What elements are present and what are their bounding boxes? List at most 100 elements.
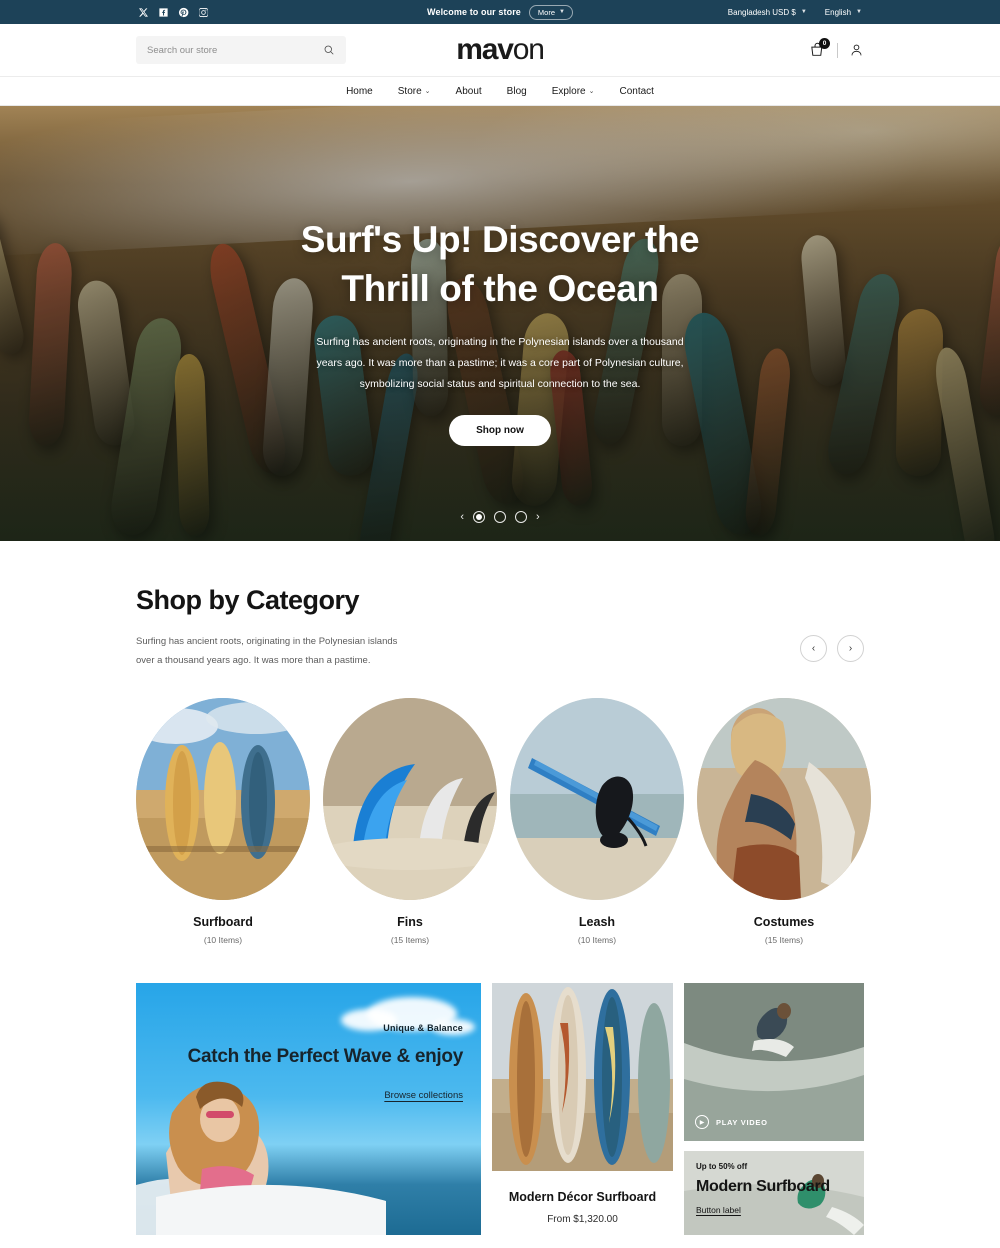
nav-label: About	[455, 85, 482, 97]
category-name: Leash	[578, 915, 616, 929]
cart-button[interactable]: 0	[809, 38, 830, 59]
hero-subtitle: Surfing has ancient roots, originating i…	[316, 335, 684, 390]
hero-next-arrow[interactable]: ›	[536, 511, 540, 523]
nav-item-contact[interactable]: Contact	[619, 86, 653, 97]
category-card-costumes[interactable]: Costumes (15 Items)	[697, 698, 871, 945]
logo-light: on	[512, 33, 545, 66]
hero-dot-2[interactable]	[494, 511, 506, 523]
nav-item-about[interactable]: About	[456, 86, 482, 97]
instagram-icon[interactable]	[198, 7, 209, 18]
nav-label: Home	[346, 85, 373, 97]
promo-wave-kicker: Unique & Balance	[383, 1023, 463, 1033]
category-card-fins[interactable]: Fins (15 Items)	[323, 698, 497, 945]
currency-label: Bangladesh USD $	[727, 7, 796, 17]
category-image	[510, 698, 684, 900]
category-count: (15 Items)	[390, 935, 430, 945]
play-circle-icon: ▶	[695, 1115, 709, 1129]
promo-card-sale[interactable]: Up to 50% off Modern Surfboard Button la…	[684, 1151, 864, 1235]
category-carousel-controls: ‹ ›	[800, 585, 864, 662]
category-name: Surfboard	[193, 915, 253, 929]
promo-column-right: ▶ PLAY VIDEO Up to 50% off Modern Surfbo…	[684, 983, 864, 1235]
language-selector[interactable]: English ▼	[825, 8, 862, 17]
category-prev-button[interactable]: ‹	[800, 635, 827, 662]
main-navigation: Home Store ⌄ About Blog Explore ⌄ Contact	[0, 77, 1000, 106]
facebook-icon[interactable]	[158, 7, 169, 18]
hero-title: Surf's Up! Discover the Thrill of the Oc…	[300, 219, 700, 309]
sale-kicker: Up to 50% off	[696, 1162, 748, 1171]
category-header: Shop by Category Surfing has ancient roo…	[136, 541, 864, 670]
cart-count-badge: 0	[819, 38, 830, 49]
announcement-bar: Welcome to our store More ▼ Bangladesh U…	[0, 0, 1000, 24]
search-box[interactable]	[136, 36, 346, 64]
play-video-label: PLAY VIDEO	[716, 1117, 768, 1127]
x-twitter-icon[interactable]	[138, 7, 149, 18]
header-divider	[837, 42, 838, 58]
shop-by-category-section: Shop by Category Surfing has ancient roo…	[0, 541, 1000, 1235]
welcome-text: Welcome to our store	[427, 7, 521, 17]
currency-selector[interactable]: Bangladesh USD $ ▼	[728, 8, 807, 17]
hero-prev-arrow[interactable]: ‹	[460, 511, 464, 523]
sale-button-link[interactable]: Button label	[696, 1205, 741, 1215]
account-button[interactable]	[849, 42, 864, 58]
category-list: Surfboard (10 Items) Fins (15 Items) Lea…	[136, 698, 871, 945]
promo-wave-heading: Catch the Perfect Wave & enjoy	[187, 1046, 464, 1067]
nav-label: Blog	[506, 85, 527, 97]
category-name: Fins	[397, 915, 423, 929]
category-image	[697, 698, 871, 900]
chevron-down-icon: ▼	[856, 9, 862, 15]
category-card-surfboard[interactable]: Surfboard (10 Items)	[136, 698, 310, 945]
nav-label: Store	[397, 85, 422, 97]
nav-label: Contact	[619, 85, 654, 97]
promo-grid: Unique & Balance Catch the Perfect Wave …	[136, 983, 864, 1235]
page-root: Welcome to our store More ▼ Bangladesh U…	[0, 0, 1000, 1248]
page-title: Shop by Category	[136, 585, 360, 615]
header-actions: 0	[809, 38, 864, 59]
promo-card-video[interactable]: ▶ PLAY VIDEO	[684, 983, 864, 1141]
nav-item-explore[interactable]: Explore ⌄	[552, 86, 595, 97]
product-image	[492, 983, 673, 1171]
category-count: (10 Items)	[203, 935, 243, 945]
hero-dot-1[interactable]	[473, 511, 485, 523]
nav-item-blog[interactable]: Blog	[507, 86, 527, 97]
nav-item-store[interactable]: Store ⌄	[398, 86, 431, 97]
chevron-down-icon: ▼	[800, 9, 807, 15]
category-next-button[interactable]: ›	[837, 635, 864, 662]
promo-card-wave[interactable]: Unique & Balance Catch the Perfect Wave …	[136, 983, 481, 1235]
search-input[interactable]	[147, 44, 317, 56]
category-count: (15 Items)	[764, 935, 804, 945]
chevron-down-icon: ⌄	[588, 88, 595, 95]
shop-now-button[interactable]: Shop now	[449, 414, 551, 446]
nav-item-home[interactable]: Home	[346, 86, 373, 97]
hero-pagination: ‹ ›	[0, 511, 1000, 523]
logo-bold: mav	[456, 33, 514, 66]
product-price: From $1,320.00	[547, 1214, 618, 1225]
pinterest-icon[interactable]	[178, 7, 189, 18]
product-caption: Modern Décor Surfboard From $1,320.00	[492, 1171, 673, 1225]
sale-text: Up to 50% off Modern Surfboard Button la…	[696, 1162, 830, 1218]
site-header: mavon 0	[0, 24, 1000, 77]
promo-card-product[interactable]: Modern Décor Surfboard From $1,320.00	[492, 983, 673, 1235]
product-title: Modern Décor Surfboard	[508, 1190, 657, 1204]
more-label: More	[537, 7, 555, 17]
promo-wave-text: Unique & Balance Catch the Perfect Wave …	[187, 1023, 464, 1103]
more-button[interactable]: More ▼	[528, 4, 573, 20]
category-name: Costumes	[753, 915, 815, 929]
category-image	[136, 698, 310, 900]
search-icon[interactable]	[323, 44, 335, 56]
language-label: English	[824, 7, 852, 17]
category-description: Surfing has ancient roots, originating i…	[136, 636, 398, 666]
category-card-leash[interactable]: Leash (10 Items)	[510, 698, 684, 945]
play-video-control[interactable]: ▶ PLAY VIDEO	[695, 1115, 768, 1129]
chevron-down-icon: ⌄	[424, 88, 431, 95]
hero-dot-3[interactable]	[515, 511, 527, 523]
hero-content: Surf's Up! Discover the Thrill of the Oc…	[0, 106, 1000, 541]
social-links	[138, 7, 209, 18]
hero-slider: Surf's Up! Discover the Thrill of the Oc…	[0, 106, 1000, 541]
category-image	[323, 698, 497, 900]
category-count: (10 Items)	[577, 935, 617, 945]
browse-collections-link[interactable]: Browse collections	[384, 1090, 463, 1101]
chevron-down-icon: ▼	[559, 9, 565, 15]
sale-title: Modern Surfboard	[696, 1178, 830, 1195]
nav-label: Explore	[551, 85, 586, 97]
announcement-right: Bangladesh USD $ ▼ English ▼	[728, 8, 972, 17]
